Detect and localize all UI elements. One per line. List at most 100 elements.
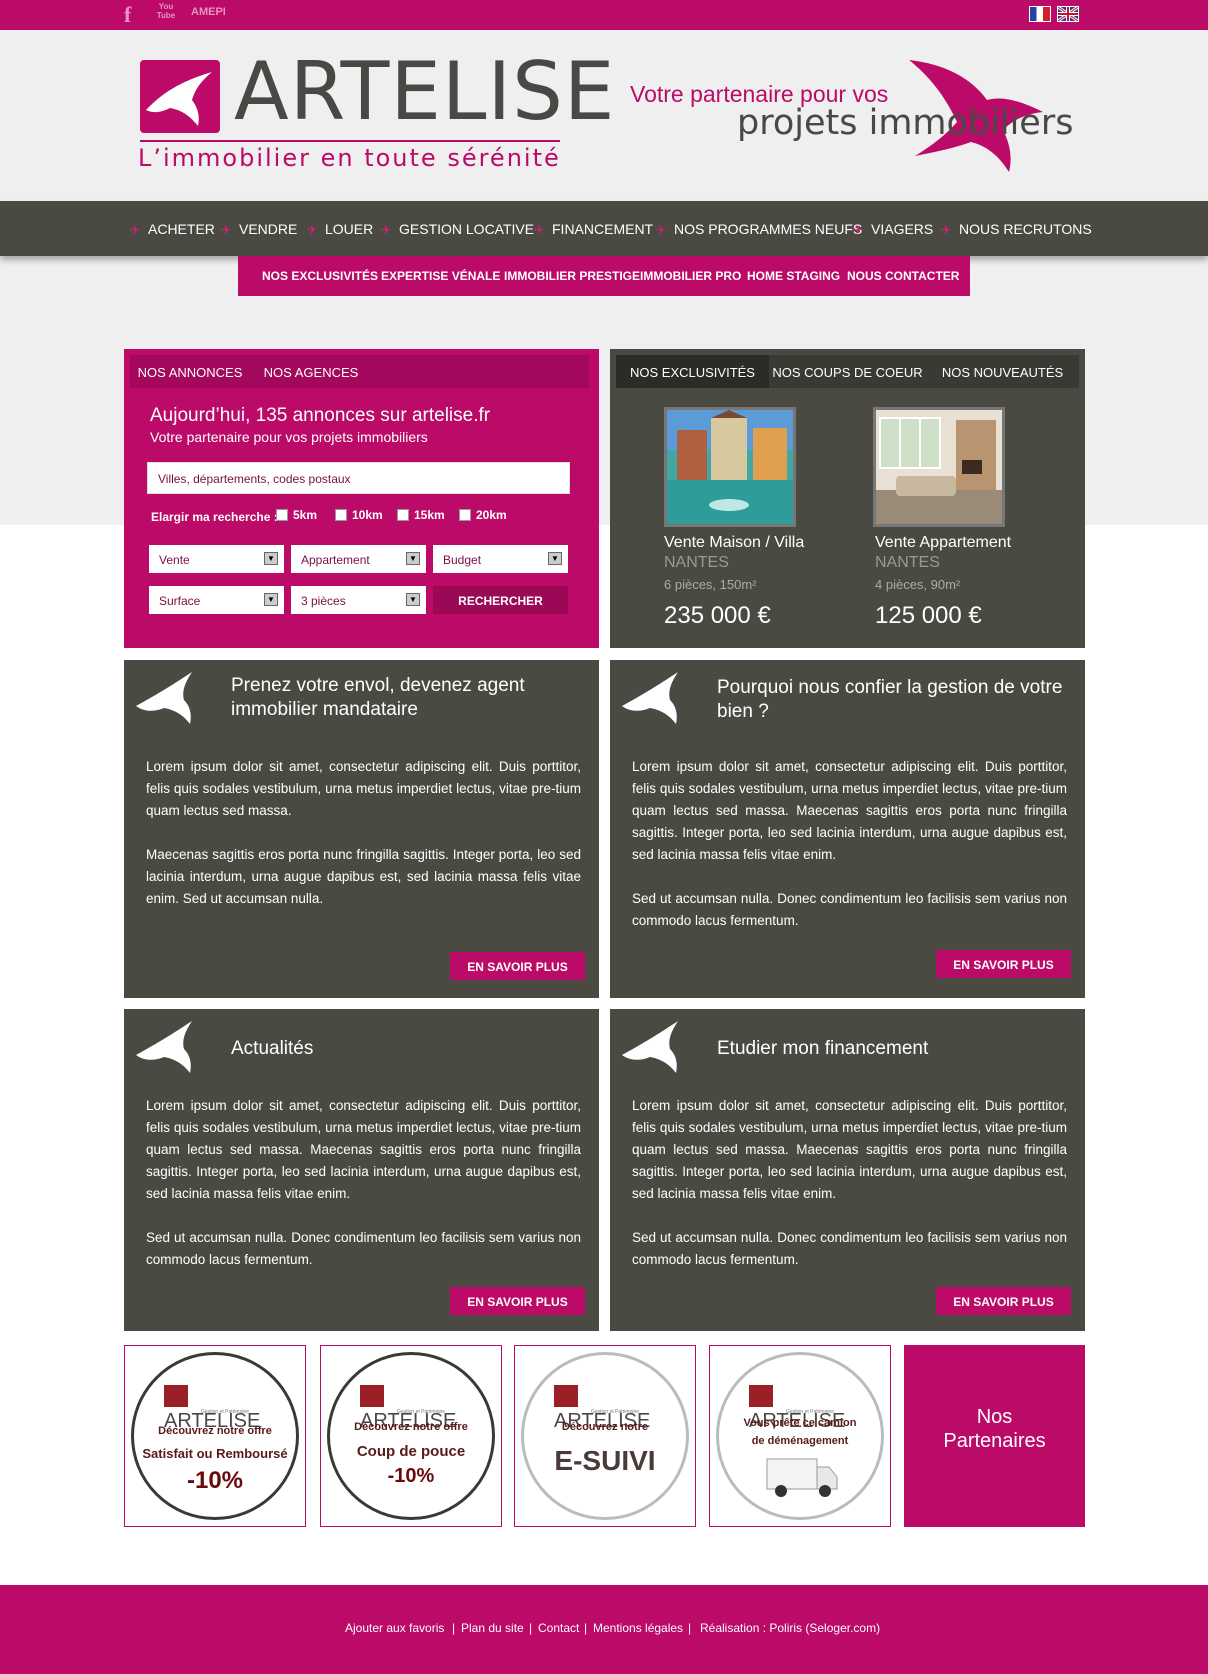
- panel-text: Lorem ipsum dolor sit amet, consectetur …: [632, 759, 1067, 862]
- swallow-icon: [622, 672, 678, 724]
- listing-details: 4 pièces, 90m²: [875, 577, 961, 592]
- nav-item-viagers[interactable]: ✈ VIAGERS: [853, 221, 933, 237]
- youtube-icon[interactable]: You Tube: [155, 2, 177, 20]
- partners-button[interactable]: Nos Partenaires: [904, 1345, 1085, 1527]
- footer-favoris-link[interactable]: Ajouter aux favoris: [345, 1621, 444, 1635]
- promo-satisfait-rembourse[interactable]: ARTELISE Gestion et Patrimoine Découvrez…: [124, 1345, 306, 1527]
- footer-plan-link[interactable]: Plan du site: [461, 1621, 524, 1635]
- nav-item-acheter[interactable]: ✈ ACHETER: [130, 221, 215, 237]
- promo-e-suivi[interactable]: ARTELISE Gestion et Patrimoine Découvrez…: [514, 1345, 696, 1527]
- uk-flag-icon: [1057, 5, 1079, 23]
- swallow-icon: [146, 72, 212, 126]
- radius-5km-checkbox[interactable]: 5km: [276, 508, 317, 522]
- surface-select[interactable]: Surface ▼: [149, 586, 284, 614]
- swallow-icon: ✈: [853, 223, 864, 237]
- brand-name[interactable]: ARTELISE: [234, 52, 615, 132]
- moving-truck-icon: [766, 1458, 838, 1497]
- tab-coups-de-coeur[interactable]: NOS COUPS DE COEUR: [771, 355, 924, 388]
- footer-contact-link[interactable]: Contact: [538, 1621, 579, 1635]
- nav-item-louer[interactable]: ✈ LOUER: [307, 221, 373, 237]
- read-more-button[interactable]: EN SAVOIR PLUS: [450, 952, 585, 980]
- listings-panel: NOS EXCLUSIVITÉS NOS COUPS DE COEUR NOS …: [610, 349, 1085, 648]
- search-subtitle: Votre partenaire pour vos projets immobi…: [150, 429, 428, 445]
- listing-photo-apartment[interactable]: [873, 407, 1005, 527]
- listing-title[interactable]: Vente Maison / Villa: [664, 534, 804, 552]
- logo-divider: [140, 140, 560, 142]
- nav-item-financement[interactable]: ✈ FINANCEMENT: [534, 221, 653, 237]
- listing-city: NANTES: [875, 554, 940, 571]
- listing-photo-house[interactable]: [664, 407, 796, 527]
- subnav-expertise[interactable]: EXPERTISE VÉNALE: [381, 269, 500, 283]
- tab-annonces[interactable]: NOS ANNONCES: [130, 355, 250, 388]
- search-button[interactable]: RECHERCHER: [433, 586, 568, 614]
- chevron-down-icon: ▼: [406, 593, 420, 606]
- apartment-photo: [876, 410, 1002, 524]
- panel-text: Lorem ipsum dolor sit amet, consectetur …: [146, 759, 581, 818]
- tab-exclusivites[interactable]: NOS EXCLUSIVITÉS: [616, 355, 769, 388]
- panel-text: Maecenas sagittis eros porta nunc fringi…: [146, 847, 581, 906]
- chevron-down-icon: ▼: [264, 552, 278, 565]
- property-type-select[interactable]: Appartement ▼: [291, 545, 426, 573]
- facebook-icon[interactable]: f: [124, 2, 131, 28]
- logo-mark-icon: [164, 1385, 188, 1407]
- tab-nouveautes[interactable]: NOS NOUVEAUTÉS: [926, 355, 1079, 388]
- panel-text: Sed ut accumsan nulla. Donec condimentum…: [632, 891, 1067, 928]
- promo-badge: ARTELISE Gestion et Patrimoine Découvrez…: [131, 1352, 299, 1520]
- brand-tagline: L’immobilier en toute sérénité: [138, 144, 561, 172]
- logo-bird-icon[interactable]: [140, 60, 220, 133]
- rooms-select[interactable]: 3 pièces ▼: [291, 586, 426, 614]
- search-title: Aujourd’hui, 135 annonces sur artelise.f…: [150, 405, 491, 426]
- subnav-prestige[interactable]: IMMOBILIER PRESTIGE: [504, 269, 640, 283]
- widen-search-label: Elargir ma recherche :: [151, 510, 278, 524]
- swallow-icon: ✈: [221, 223, 232, 237]
- transaction-select[interactable]: Vente ▼: [149, 545, 284, 573]
- panel-actualites: Actualités Lorem ipsum dolor sit amet, c…: [124, 1009, 599, 1331]
- promo-coup-de-pouce[interactable]: ARTELISE Gestion et Patrimoine Découvrez…: [320, 1345, 502, 1527]
- subnav-home-staging[interactable]: HOME STAGING: [747, 269, 840, 283]
- swallow-icon: ✈: [130, 223, 141, 237]
- logo-mark-icon: [360, 1385, 384, 1407]
- main-nav: ✈ ACHETER ✈ VENDRE ✈ LOUER ✈ GESTION LOCATIV…: [0, 201, 1208, 256]
- artelise-badge-logo: ARTELISE: [164, 1385, 272, 1432]
- listing-city: NANTES: [664, 554, 729, 571]
- panel-title: Prenez votre envol, devenez agent immobi…: [231, 675, 525, 720]
- top-bar: f You Tube AMEPI: [0, 0, 1208, 30]
- promo-camion[interactable]: ARTELISE Gestion et Patrimoine Vous prêt…: [709, 1345, 891, 1527]
- radius-10km-checkbox[interactable]: 10km: [335, 508, 383, 522]
- panel-devenir-agent: Prenez votre envol, devenez agent immobi…: [124, 660, 599, 998]
- radius-15km-checkbox[interactable]: 15km: [397, 508, 445, 522]
- english-flag-icon[interactable]: [1057, 5, 1079, 23]
- location-search-input[interactable]: Villes, départements, codes postaux: [147, 462, 570, 494]
- radius-20km-checkbox[interactable]: 20km: [459, 508, 507, 522]
- panel-financement: Etudier mon financement Lorem ipsum dolo…: [610, 1009, 1085, 1331]
- read-more-button[interactable]: EN SAVOIR PLUS: [936, 1287, 1071, 1315]
- swallow-icon: ✈: [381, 223, 392, 237]
- swallow-icon: [136, 672, 192, 724]
- nav-item-gestion-locative[interactable]: ✈ GESTION LOCATIVE: [381, 221, 534, 237]
- footer-realisation-link[interactable]: Réalisation : Poliris (Seloger.com): [700, 1621, 880, 1635]
- panel-text: Sed ut accumsan nulla. Donec condimentum…: [632, 1230, 1067, 1267]
- read-more-button[interactable]: EN SAVOIR PLUS: [936, 950, 1071, 978]
- footer-mentions-link[interactable]: Mentions légales: [593, 1621, 683, 1635]
- budget-select[interactable]: Budget ▼: [433, 545, 568, 573]
- nav-item-recrutons[interactable]: ✈ NOUS RECRUTONS: [941, 221, 1092, 237]
- panel-title: Etudier mon financement: [717, 1038, 929, 1059]
- chevron-down-icon: ▼: [406, 552, 420, 565]
- swallow-icon: [622, 1021, 678, 1073]
- panel-text: Lorem ipsum dolor sit amet, consectetur …: [632, 1098, 1067, 1201]
- read-more-button[interactable]: EN SAVOIR PLUS: [450, 1287, 585, 1315]
- logo-mark-icon: [749, 1385, 773, 1407]
- subnav-exclusivites[interactable]: NOS EXCLUSIVITÉS: [262, 269, 378, 283]
- amepi-logo[interactable]: AMEPI: [191, 6, 226, 18]
- tab-agences[interactable]: NOS AGENCES: [252, 355, 370, 388]
- artelise-badge-logo: ARTELISE: [554, 1385, 662, 1432]
- logo-mark-icon: [554, 1385, 578, 1407]
- panel-gestion: Pourquoi nous confier la gestion de votr…: [610, 660, 1085, 998]
- search-panel: NOS ANNONCES NOS AGENCES Aujourd’hui, 13…: [124, 349, 599, 648]
- listing-title[interactable]: Vente Appartement: [875, 534, 1011, 552]
- subnav-contact[interactable]: NOUS CONTACTER: [847, 269, 959, 283]
- nav-item-programmes-neufs[interactable]: ✈ NOS PROGRAMMES NEUFS: [656, 221, 862, 237]
- nav-item-vendre[interactable]: ✈ VENDRE: [221, 221, 297, 237]
- subnav-pro[interactable]: IMMOBILIER PRO: [640, 269, 741, 283]
- french-flag-icon[interactable]: [1029, 6, 1051, 22]
